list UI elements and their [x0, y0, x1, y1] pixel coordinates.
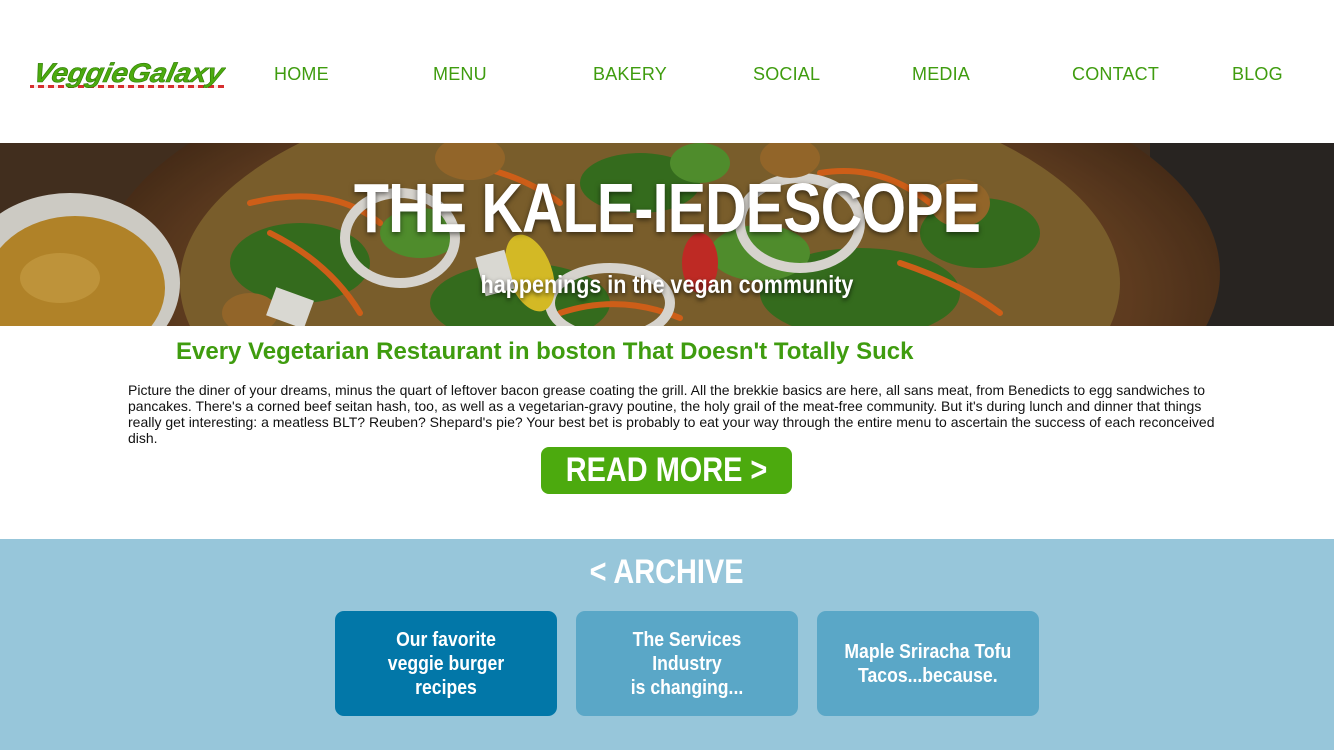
archive-card-label: Maple Sriracha Tofu Tacos...because.	[844, 640, 1012, 687]
archive-card-sriracha-tacos[interactable]: Maple Sriracha Tofu Tacos...because.	[817, 611, 1039, 716]
archive-card-services-industry[interactable]: The Services Industry is changing...	[576, 611, 798, 716]
blog-title: THE KALE-IEDESCOPE	[353, 169, 981, 247]
nav-contact-link[interactable]: CONTACT	[1072, 64, 1159, 85]
nav-menu-link[interactable]: MENU	[433, 64, 487, 85]
article-title[interactable]: Every Vegetarian Restaurant in boston Th…	[176, 338, 913, 366]
blog-subtitle: happenings in the vegan community	[480, 271, 854, 299]
nav-blog-link[interactable]: BLOG	[1232, 64, 1283, 85]
archive-card-label: The Services Industry is changing...	[630, 628, 744, 699]
logo-wordmark: VeggieGalaxy	[31, 58, 226, 88]
hero-banner: THE KALE-IEDESCOPE happenings in the veg…	[0, 143, 1334, 326]
read-more-label: READ MORE >	[565, 451, 768, 489]
archive-heading-label: < ARCHIVE	[590, 553, 744, 591]
read-more-button[interactable]: READ MORE >	[541, 447, 792, 494]
nav-media-link[interactable]: MEDIA	[912, 64, 970, 85]
archive-section: < ARCHIVE Our favorite veggie burger rec…	[0, 539, 1334, 750]
nav-home-link[interactable]: HOME	[274, 64, 329, 85]
archive-card-veggie-burger[interactable]: Our favorite veggie burger recipes	[335, 611, 557, 716]
nav-bakery-link[interactable]: BAKERY	[593, 64, 667, 85]
archive-card-label: Our favorite veggie burger recipes	[387, 628, 505, 699]
veggie-galaxy-logo[interactable]: VeggieGalaxy	[28, 58, 226, 92]
archive-link[interactable]: < ARCHIVE	[0, 553, 1334, 592]
site-header: VeggieGalaxy HOME MENU BAKERY SOCIAL MED…	[0, 0, 1334, 143]
nav-social-link[interactable]: SOCIAL	[753, 64, 820, 85]
article-body: Picture the diner of your dreams, minus …	[128, 382, 1215, 446]
